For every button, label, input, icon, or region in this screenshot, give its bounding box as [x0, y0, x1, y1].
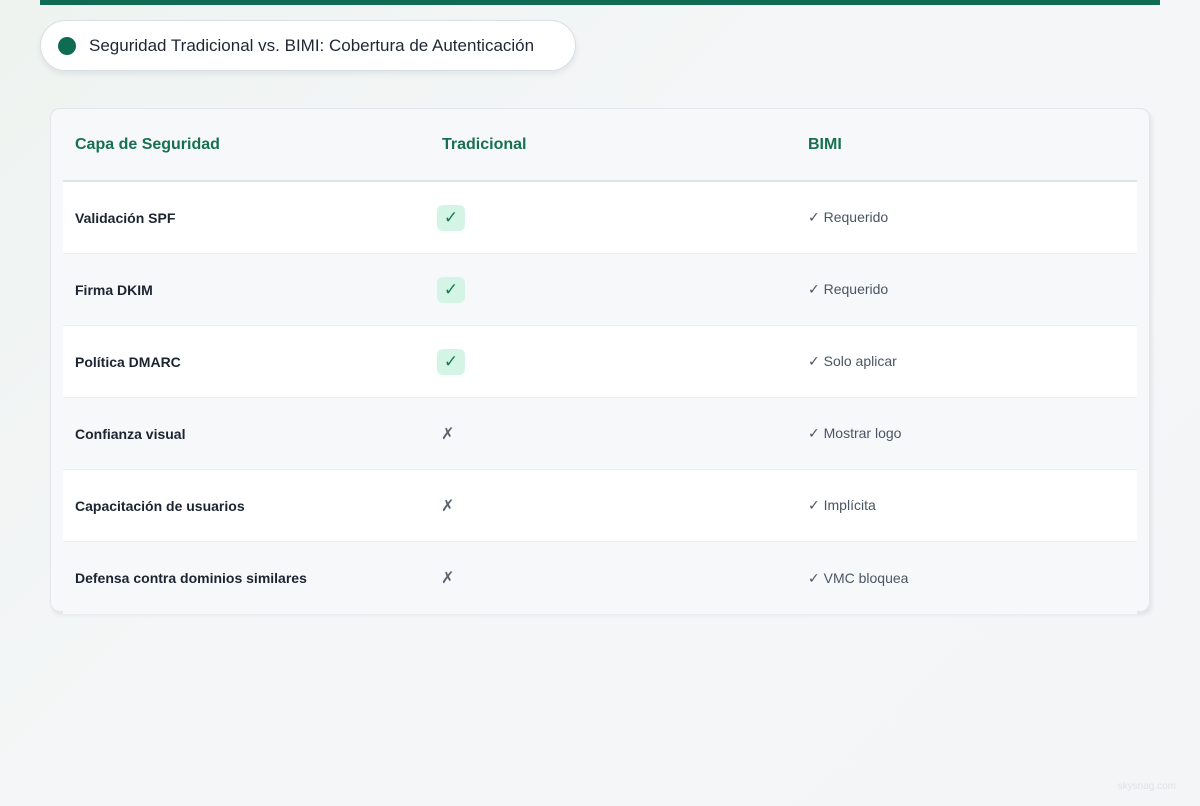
bimi-cell: ✓ Implícita: [808, 497, 876, 513]
table-header-row: Capa de Seguridad Tradicional BIMI: [63, 109, 1137, 182]
cross-icon: ✗: [441, 570, 455, 587]
bimi-cell: ✓ Solo aplicar: [808, 353, 897, 369]
comparison-table: Capa de Seguridad Tradicional BIMI Valid…: [50, 108, 1150, 614]
table-row: Capacitación de usuarios ✗ ✓ Implícita: [63, 470, 1137, 542]
bimi-cell: ✓ VMC bloquea: [808, 569, 909, 586]
bimi-cell: ✓ Requerido: [808, 281, 889, 297]
layer-cell: Validación SPF: [75, 209, 176, 226]
traditional-cell: ✗: [430, 496, 797, 516]
page-title: Seguridad Tradicional vs. BIMI: Cobertur…: [89, 35, 535, 55]
check-icon: ✓: [437, 348, 465, 375]
traditional-cell: ✓: [430, 204, 797, 231]
bimi-cell: ✓ Requerido: [808, 209, 889, 225]
layer-cell: Defensa contra dominios similares: [75, 570, 307, 586]
title-dot-icon: [58, 36, 76, 55]
table-row: Validación SPF ✓ ✓ Requerido: [63, 182, 1137, 254]
table-row: Confianza visual ✗ ✓ Mostrar logo: [63, 398, 1137, 470]
top-accent-bar: [40, 0, 1160, 5]
title-pill: Seguridad Tradicional vs. BIMI: Cobertur…: [40, 20, 576, 71]
table-row: Firma DKIM ✓ ✓ Requerido: [63, 254, 1137, 326]
layer-cell: Política DMARC: [75, 353, 181, 370]
traditional-cell: ✓: [430, 348, 797, 375]
cross-icon: ✗: [441, 497, 455, 515]
layer-cell: Capacitación de usuarios: [75, 497, 245, 514]
table-row: Defensa contra dominios similares ✗ ✓ VM…: [63, 542, 1137, 614]
column-header-traditional: Tradicional: [442, 135, 527, 153]
column-header-layer: Capa de Seguridad: [75, 135, 220, 153]
table-row: Política DMARC ✓ ✓ Solo aplicar: [63, 326, 1137, 398]
check-icon: ✓: [437, 204, 465, 231]
traditional-cell: ✗: [430, 568, 797, 588]
layer-cell: Confianza visual: [75, 425, 186, 442]
bimi-cell: ✓ Mostrar logo: [808, 425, 902, 441]
traditional-cell: ✓: [430, 276, 797, 303]
check-icon: ✓: [437, 276, 465, 303]
layer-cell: Firma DKIM: [75, 281, 153, 298]
watermark: skysnag.com: [1117, 781, 1176, 792]
column-header-bimi: BIMI: [808, 135, 842, 153]
traditional-cell: ✗: [430, 424, 797, 444]
cross-icon: ✗: [441, 425, 455, 443]
